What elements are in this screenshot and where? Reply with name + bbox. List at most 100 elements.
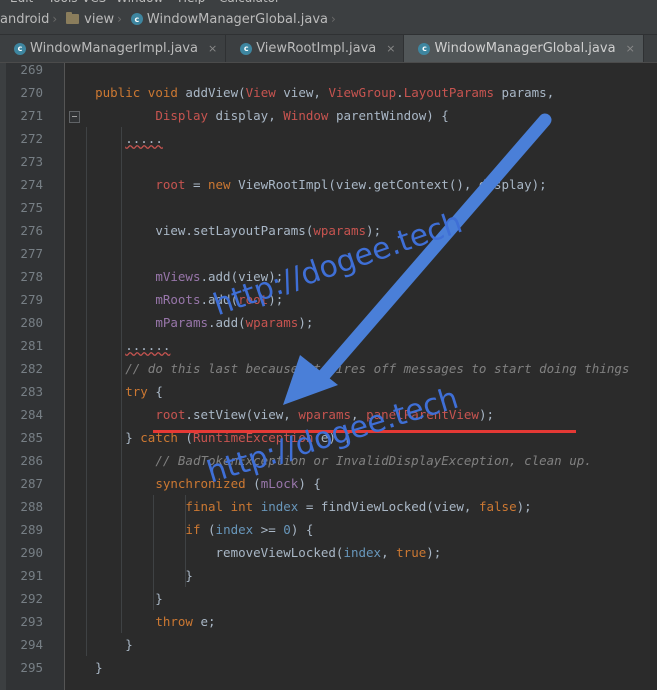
code-token: mViews	[155, 269, 201, 284]
code-token: ) {	[290, 522, 314, 537]
code-line[interactable]: // do this last because it fires off mes…	[65, 357, 629, 380]
code-line[interactable]: view.setLayoutParams(wparams);	[65, 219, 381, 242]
code-token: mLock	[260, 476, 299, 491]
code-line[interactable]: }	[65, 656, 103, 679]
line-number: 270	[20, 85, 43, 100]
code-line[interactable]: if (index >= 0) {	[65, 518, 313, 541]
code-token: index	[343, 545, 382, 560]
breadcrumb-label: view	[84, 11, 115, 27]
code-line[interactable]: }	[65, 587, 163, 610]
line-number: 271	[20, 108, 43, 123]
line-number: 289	[20, 522, 43, 537]
editor-tab[interactable]: c WindowManagerGlobal.java ×	[404, 35, 644, 62]
editor-tab[interactable]: c ViewRootImpl.java ×	[226, 35, 405, 62]
line-number: 291	[20, 568, 43, 583]
code-line[interactable]: final int index = findViewLocked(view, f…	[65, 495, 531, 518]
code-token: >=	[253, 522, 284, 537]
breadcrumb-item[interactable]: android ›	[0, 4, 66, 34]
code-token: mRoots	[155, 292, 201, 307]
line-number: 288	[20, 499, 43, 514]
code-token: ViewGroup	[328, 85, 397, 100]
code-line[interactable]: synchronized (mLock) {	[65, 472, 321, 495]
code-line[interactable]: .....	[65, 127, 163, 150]
code-token: = findViewLocked(view,	[298, 499, 479, 514]
code-line[interactable]: }	[65, 633, 133, 656]
line-number: 279	[20, 292, 43, 307]
code-token: Display	[155, 108, 208, 123]
line-number: 282	[20, 361, 43, 376]
line-number: 280	[20, 315, 43, 330]
code-token: wparams	[313, 223, 367, 238]
class-icon: c	[130, 13, 143, 25]
code-line[interactable]: mParams.add(wparams);	[65, 311, 313, 334]
line-number: 276	[20, 223, 43, 238]
chevron-right-icon: ›	[331, 12, 336, 26]
code-line[interactable]: ......	[65, 334, 170, 357]
code-token: ......	[125, 338, 171, 353]
code-token: View	[245, 85, 276, 100]
code-token: root	[155, 177, 186, 192]
line-number: 281	[20, 338, 43, 353]
code-line[interactable]: try {	[65, 380, 163, 403]
close-icon[interactable]: ×	[386, 42, 395, 55]
line-number: 275	[20, 200, 43, 215]
code-editor[interactable]: 269 270 271 272 273 274 275 276 277 278 279 280 281 2…	[0, 62, 657, 690]
code-token: .....	[125, 131, 163, 146]
code-token: =	[185, 177, 208, 192]
close-icon[interactable]: ×	[208, 42, 217, 55]
code-token: throw	[155, 614, 193, 629]
code-token: void	[147, 85, 178, 100]
code-token: // do this last because it fires off mes…	[125, 361, 630, 376]
code-token: new	[208, 177, 231, 192]
code-area[interactable]: public void addView(View view, ViewGroup…	[65, 63, 657, 690]
breadcrumb-item[interactable]: view ›	[66, 4, 131, 34]
code-line[interactable]: }	[65, 564, 193, 587]
fold-marker-icon[interactable]	[69, 111, 80, 123]
code-token: );	[478, 407, 495, 422]
class-icon: c	[418, 42, 431, 55]
close-icon[interactable]: ×	[626, 42, 635, 55]
code-token: true	[396, 545, 427, 560]
code-line[interactable]: root = new ViewRootImpl(view.getContext(…	[65, 173, 546, 196]
code-token: }	[65, 660, 103, 675]
code-token: params,	[494, 85, 555, 100]
class-icon: c	[14, 42, 26, 55]
code-token: display,	[208, 108, 284, 123]
code-line[interactable]: removeViewLocked(index, true);	[65, 541, 442, 564]
code-line[interactable]: Display display, Window parentWindow) {	[65, 104, 449, 127]
code-token: LayoutParams	[403, 85, 495, 100]
code-token: index	[260, 499, 299, 514]
editor-tab[interactable]: cInstrume	[644, 35, 657, 62]
code-line[interactable]: throw e;	[65, 610, 215, 633]
code-token: parentWindow) {	[328, 108, 449, 123]
code-token: 0	[283, 522, 291, 537]
code-token: }	[65, 568, 193, 583]
line-number: 285	[20, 430, 43, 445]
code-line[interactable]: public void addView(View view, ViewGroup…	[65, 81, 554, 104]
code-token: int	[230, 499, 254, 514]
code-token: );	[298, 315, 314, 330]
code-token: Window	[283, 108, 329, 123]
code-token: {	[147, 384, 163, 399]
breadcrumb-item[interactable]: c WindowManagerGlobal.java ›	[130, 4, 345, 34]
line-number: 295	[20, 660, 43, 675]
code-token: removeViewLocked(	[65, 545, 344, 560]
code-token: (	[200, 522, 216, 537]
line-number: 269	[20, 62, 43, 77]
folder-icon	[66, 12, 80, 24]
chevron-right-icon: ›	[52, 12, 58, 26]
tab-label: ViewRootImpl.java	[256, 41, 377, 56]
